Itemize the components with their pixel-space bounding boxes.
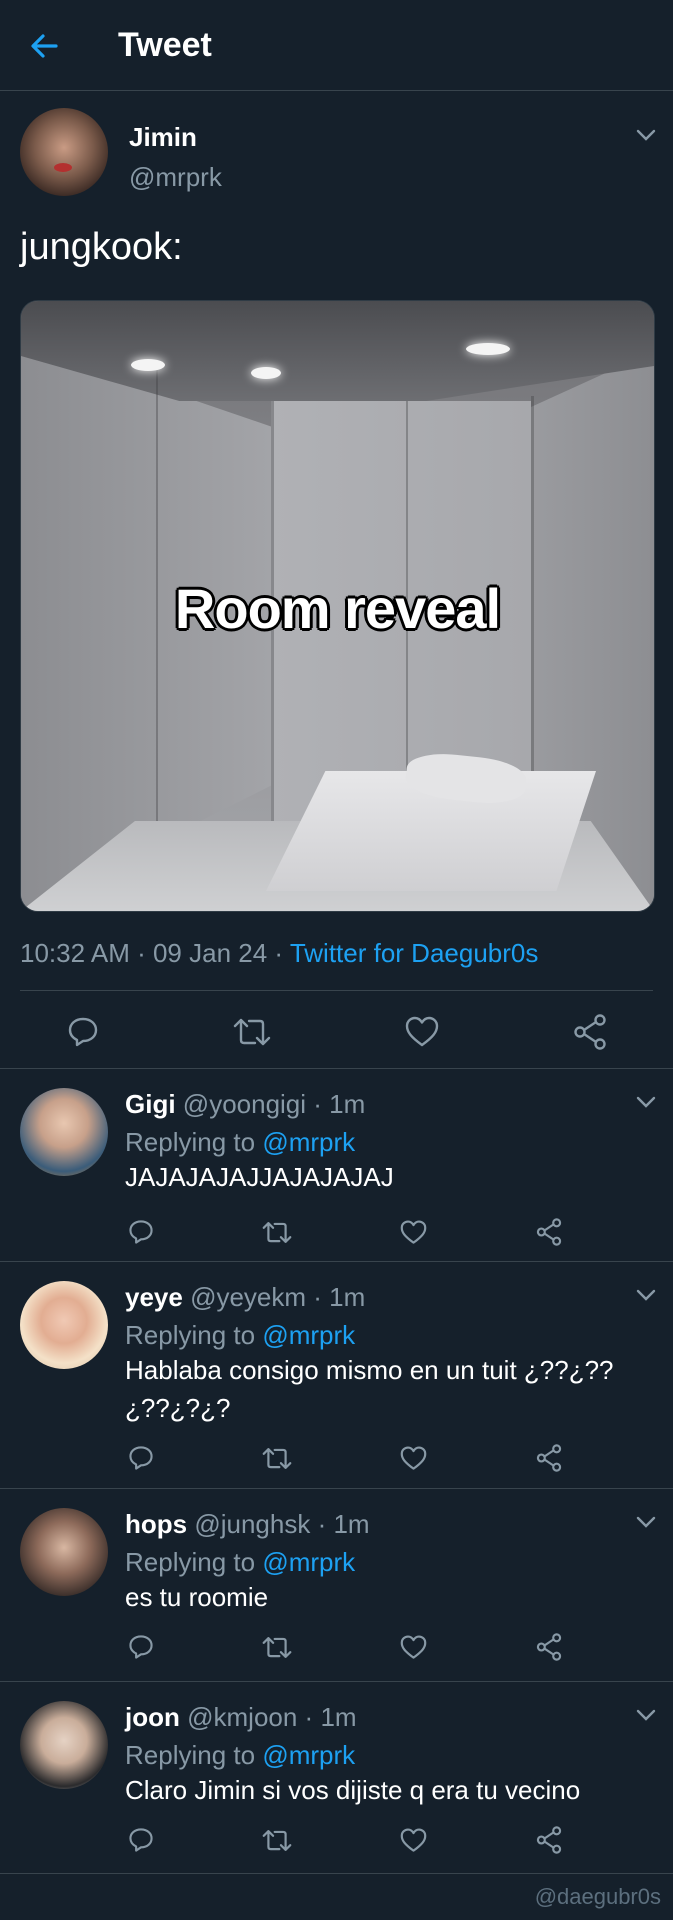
chevron-down-icon[interactable] (636, 1095, 656, 1109)
media-caption: Room reveal (174, 577, 501, 640)
reply-author-handle[interactable]: @junghsk (194, 1509, 310, 1539)
tweet-date: 09 Jan 24 (152, 938, 268, 968)
retweet-icon[interactable] (262, 1635, 292, 1660)
reply-author-handle[interactable]: @yoongigi (183, 1089, 306, 1119)
watermark: @daegubr0s (534, 1884, 661, 1909)
reply-author-name[interactable]: Gigi (125, 1089, 176, 1119)
reply-time: 1m (329, 1282, 366, 1312)
replying-to-link[interactable]: @mrprk (262, 1547, 355, 1577)
reply-header: Gigi @yoongigi · 1m (125, 1089, 366, 1119)
reply-time: 1m (320, 1702, 357, 1732)
tweet-media-image[interactable]: Room reveal (20, 300, 655, 912)
share-icon[interactable] (536, 1826, 562, 1854)
reply-icon[interactable] (67, 1016, 99, 1048)
reply-actions (0, 1629, 673, 1669)
share-icon[interactable] (536, 1218, 562, 1246)
reply-actions (0, 1440, 673, 1480)
reply-icon[interactable] (128, 1219, 154, 1245)
reply-text: Hablaba consigo mismo en un tuit ¿??¿??¿… (125, 1355, 614, 1423)
chevron-down-icon[interactable] (636, 1708, 656, 1722)
retweet-icon[interactable] (262, 1828, 292, 1853)
reply-author-name[interactable]: yeye (125, 1282, 183, 1312)
retweet-icon[interactable] (262, 1446, 292, 1471)
divider (0, 1068, 673, 1069)
avatar[interactable] (20, 1508, 108, 1596)
reply-text: Claro Jimin si vos dijiste q era tu veci… (125, 1775, 581, 1805)
reply-actions (0, 1822, 673, 1862)
author-name[interactable]: Jimin (129, 122, 197, 153)
chevron-down-icon[interactable] (636, 1288, 656, 1302)
reply-author-name[interactable]: joon (125, 1702, 180, 1732)
reply-text: es tu roomie (125, 1582, 269, 1612)
divider (0, 1488, 673, 1489)
replying-to-link[interactable]: @mrprk (262, 1127, 355, 1157)
retweet-icon[interactable] (262, 1220, 292, 1245)
replying-to: Replying to @mrprk (125, 1127, 356, 1157)
tweet-time: 10:32 AM (20, 938, 130, 968)
retweet-icon[interactable] (233, 1016, 271, 1048)
reply-author-handle[interactable]: @kmjoon (187, 1702, 297, 1732)
chevron-down-icon[interactable] (636, 128, 656, 142)
divider (0, 1873, 673, 1874)
divider (0, 1261, 673, 1262)
reply-author-name[interactable]: hops (125, 1509, 187, 1539)
replying-to-link[interactable]: @mrprk (262, 1320, 355, 1350)
reply-actions (0, 1214, 673, 1254)
reply-header: hops @junghsk · 1m (125, 1509, 370, 1539)
avatar[interactable] (20, 1701, 108, 1789)
like-icon[interactable] (405, 1016, 439, 1048)
like-icon[interactable] (400, 1828, 427, 1853)
arrow-left-icon[interactable] (29, 31, 59, 61)
reply-text: JAJAJAJAJJAJAJAJAJ (125, 1162, 394, 1192)
reply-time: 1m (333, 1509, 370, 1539)
page-title: Tweet (118, 26, 212, 64)
divider (0, 1681, 673, 1682)
like-icon[interactable] (400, 1446, 427, 1471)
chevron-down-icon[interactable] (636, 1515, 656, 1529)
replying-to: Replying to @mrprk (125, 1740, 356, 1770)
like-icon[interactable] (400, 1220, 427, 1245)
reply-icon[interactable] (128, 1445, 154, 1471)
reply-time: 1m (329, 1089, 366, 1119)
author-handle[interactable]: @mrprk (129, 162, 222, 193)
share-icon[interactable] (536, 1444, 562, 1472)
top-bar: Tweet (0, 0, 673, 91)
share-icon[interactable] (573, 1014, 607, 1050)
reply-header: joon @kmjoon · 1m (125, 1702, 357, 1732)
avatar[interactable] (20, 1088, 108, 1176)
reply-icon[interactable] (128, 1634, 154, 1660)
share-icon[interactable] (536, 1633, 562, 1661)
reply-icon[interactable] (128, 1827, 154, 1853)
tweet-text: jungkook: (20, 226, 183, 268)
divider (20, 990, 653, 991)
avatar[interactable] (20, 108, 108, 196)
tweet-actions (0, 1010, 673, 1060)
like-icon[interactable] (400, 1635, 427, 1660)
replying-to: Replying to @mrprk (125, 1320, 356, 1350)
avatar[interactable] (20, 1281, 108, 1369)
replying-to-link[interactable]: @mrprk (262, 1740, 355, 1770)
tweet-timestamp: 10:32 AM · 09 Jan 24 · Twitter for Daegu… (20, 938, 539, 968)
tweet-source-link[interactable]: Twitter for Daegubr0s (290, 938, 539, 968)
reply-author-handle[interactable]: @yeyekm (190, 1282, 306, 1312)
replying-to: Replying to @mrprk (125, 1547, 356, 1577)
reply-header: yeye @yeyekm · 1m (125, 1282, 366, 1312)
